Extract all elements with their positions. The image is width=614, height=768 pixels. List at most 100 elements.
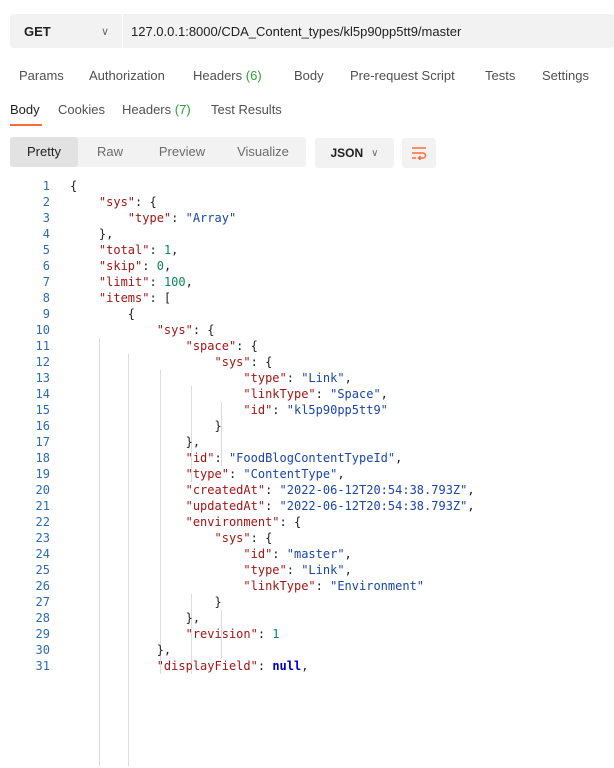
code-line: 1{	[0, 178, 614, 194]
code-line: 14 "linkType": "Space",	[0, 386, 614, 402]
chevron-down-icon[interactable]: ∨	[94, 25, 116, 38]
code-text: },	[70, 435, 201, 449]
code-text: "environment": {	[185, 515, 302, 529]
line-number: 4	[42, 227, 50, 241]
code-text: },	[70, 611, 201, 625]
code-line: 30 },	[0, 642, 614, 658]
code-text: "limit": 100,	[98, 275, 193, 289]
wrap-lines-icon	[412, 147, 427, 160]
response-tab-body[interactable]: Body	[10, 102, 40, 117]
line-number: 7	[42, 275, 50, 289]
code-text: "createdAt": "2022-06-12T20:54:38.793Z",	[185, 483, 475, 497]
code-line: 16 }	[0, 418, 614, 434]
code-text: "type": "Array"	[127, 211, 237, 225]
format-select[interactable]: JSON ∨	[315, 138, 394, 168]
tab-headers[interactable]: Headers (6)	[193, 68, 262, 83]
code-line: 24 "id": "master",	[0, 546, 614, 562]
code-line: 3 "type": "Array"	[0, 210, 614, 226]
code-text: "total": 1,	[98, 243, 179, 257]
code-line: 23 "sys": {	[0, 530, 614, 546]
line-number: 24	[35, 547, 50, 561]
code-text: },	[70, 643, 172, 657]
code-text: "linkType": "Environment"	[243, 579, 425, 593]
line-number: 5	[42, 243, 50, 257]
line-number: 20	[35, 483, 50, 497]
response-tab-test-results[interactable]: Test Results	[211, 102, 282, 117]
code-text: "revision": 1	[185, 627, 280, 641]
line-number: 18	[35, 451, 50, 465]
line-number: 27	[35, 595, 50, 609]
tab-tests[interactable]: Tests	[485, 68, 515, 83]
http-method-select[interactable]: GET	[10, 24, 94, 39]
line-number: 14	[35, 387, 50, 401]
line-number: 22	[35, 515, 50, 529]
line-number: 1	[42, 179, 50, 193]
line-number: 6	[42, 259, 50, 273]
line-number: 3	[42, 211, 50, 225]
response-tab-headers[interactable]: Headers (7)	[122, 102, 191, 117]
request-tabs: Params Authorization Headers (6) Body Pr…	[0, 60, 614, 90]
code-line: 15 "id": "kl5p90pp5tt9"	[0, 402, 614, 418]
code-text: "space": {	[185, 339, 258, 353]
view-preview-button[interactable]: Preview	[146, 137, 218, 167]
line-number: 31	[35, 659, 50, 673]
line-number: 19	[35, 467, 50, 481]
code-line: 7 "limit": 100,	[0, 274, 614, 290]
line-number: 16	[35, 419, 50, 433]
response-tab-cookies[interactable]: Cookies	[58, 102, 105, 117]
line-number: 11	[35, 339, 50, 353]
code-text: "type": "ContentType",	[185, 467, 345, 481]
code-text: }	[70, 419, 222, 433]
line-number: 17	[35, 435, 50, 449]
tab-authorization[interactable]: Authorization	[89, 68, 165, 83]
code-line: 27 }	[0, 594, 614, 610]
code-text: "type": "Link",	[243, 371, 352, 385]
line-number: 29	[35, 627, 50, 641]
code-line: 22 "environment": {	[0, 514, 614, 530]
code-line: 28 },	[0, 610, 614, 626]
response-headers-count: (7)	[174, 102, 191, 117]
code-text: },	[70, 227, 114, 241]
code-line: 25 "type": "Link",	[0, 562, 614, 578]
line-number: 21	[35, 499, 50, 513]
code-text: "id": "master",	[243, 547, 352, 561]
tab-pre-request-script[interactable]: Pre-request Script	[350, 68, 455, 83]
url-input[interactable]: 127.0.0.1:8000/CDA_Content_types/kl5p90p…	[131, 24, 461, 39]
line-number: 28	[35, 611, 50, 625]
code-text: "sys": {	[214, 355, 273, 369]
wrap-lines-button[interactable]	[402, 138, 436, 168]
response-tabs: Body Cookies Headers (7) Test Results	[0, 96, 614, 126]
url-divider	[122, 14, 123, 48]
code-text: "items": [	[98, 291, 172, 305]
line-number: 13	[35, 371, 50, 385]
response-body-viewer[interactable]: 1{2 "sys": {3 "type": "Array" 4 }, 5 "tota…	[0, 178, 614, 768]
code-text: {	[70, 307, 136, 321]
code-text: "id": "kl5p90pp5tt9"	[243, 403, 388, 417]
view-raw-button[interactable]: Raw	[86, 137, 134, 167]
code-line: 4 },	[0, 226, 614, 242]
code-line: 11 "space": {	[0, 338, 614, 354]
line-number: 2	[42, 195, 50, 209]
tab-body[interactable]: Body	[294, 68, 324, 83]
line-number: 26	[35, 579, 50, 593]
view-visualize-button[interactable]: Visualize	[228, 137, 298, 167]
code-line: 31 "displayField": null,	[0, 658, 614, 674]
active-tab-underline	[10, 124, 42, 126]
code-line: 8 "items": [	[0, 290, 614, 306]
chevron-down-icon: ∨	[371, 147, 379, 159]
code-text: {	[70, 179, 78, 193]
view-pretty-button[interactable]: Pretty	[10, 137, 78, 167]
request-url-bar: GET ∨ 127.0.0.1:8000/CDA_Content_types/k…	[10, 14, 614, 48]
tab-params[interactable]: Params	[19, 68, 64, 83]
code-text: "sys": {	[214, 531, 273, 545]
code-line: 9 {	[0, 306, 614, 322]
code-text: "sys": {	[156, 323, 215, 337]
line-number: 12	[35, 355, 50, 369]
line-number: 9	[42, 307, 50, 321]
code-line: 18 "id": "FoodBlogContentTypeId",	[0, 450, 614, 466]
view-mode-group: Pretty Raw Preview Visualize	[10, 137, 306, 167]
line-number: 25	[35, 563, 50, 577]
code-line: 20 "createdAt": "2022-06-12T20:54:38.793…	[0, 482, 614, 498]
code-text: "displayField": null,	[156, 659, 309, 673]
tab-settings[interactable]: Settings	[542, 68, 589, 83]
